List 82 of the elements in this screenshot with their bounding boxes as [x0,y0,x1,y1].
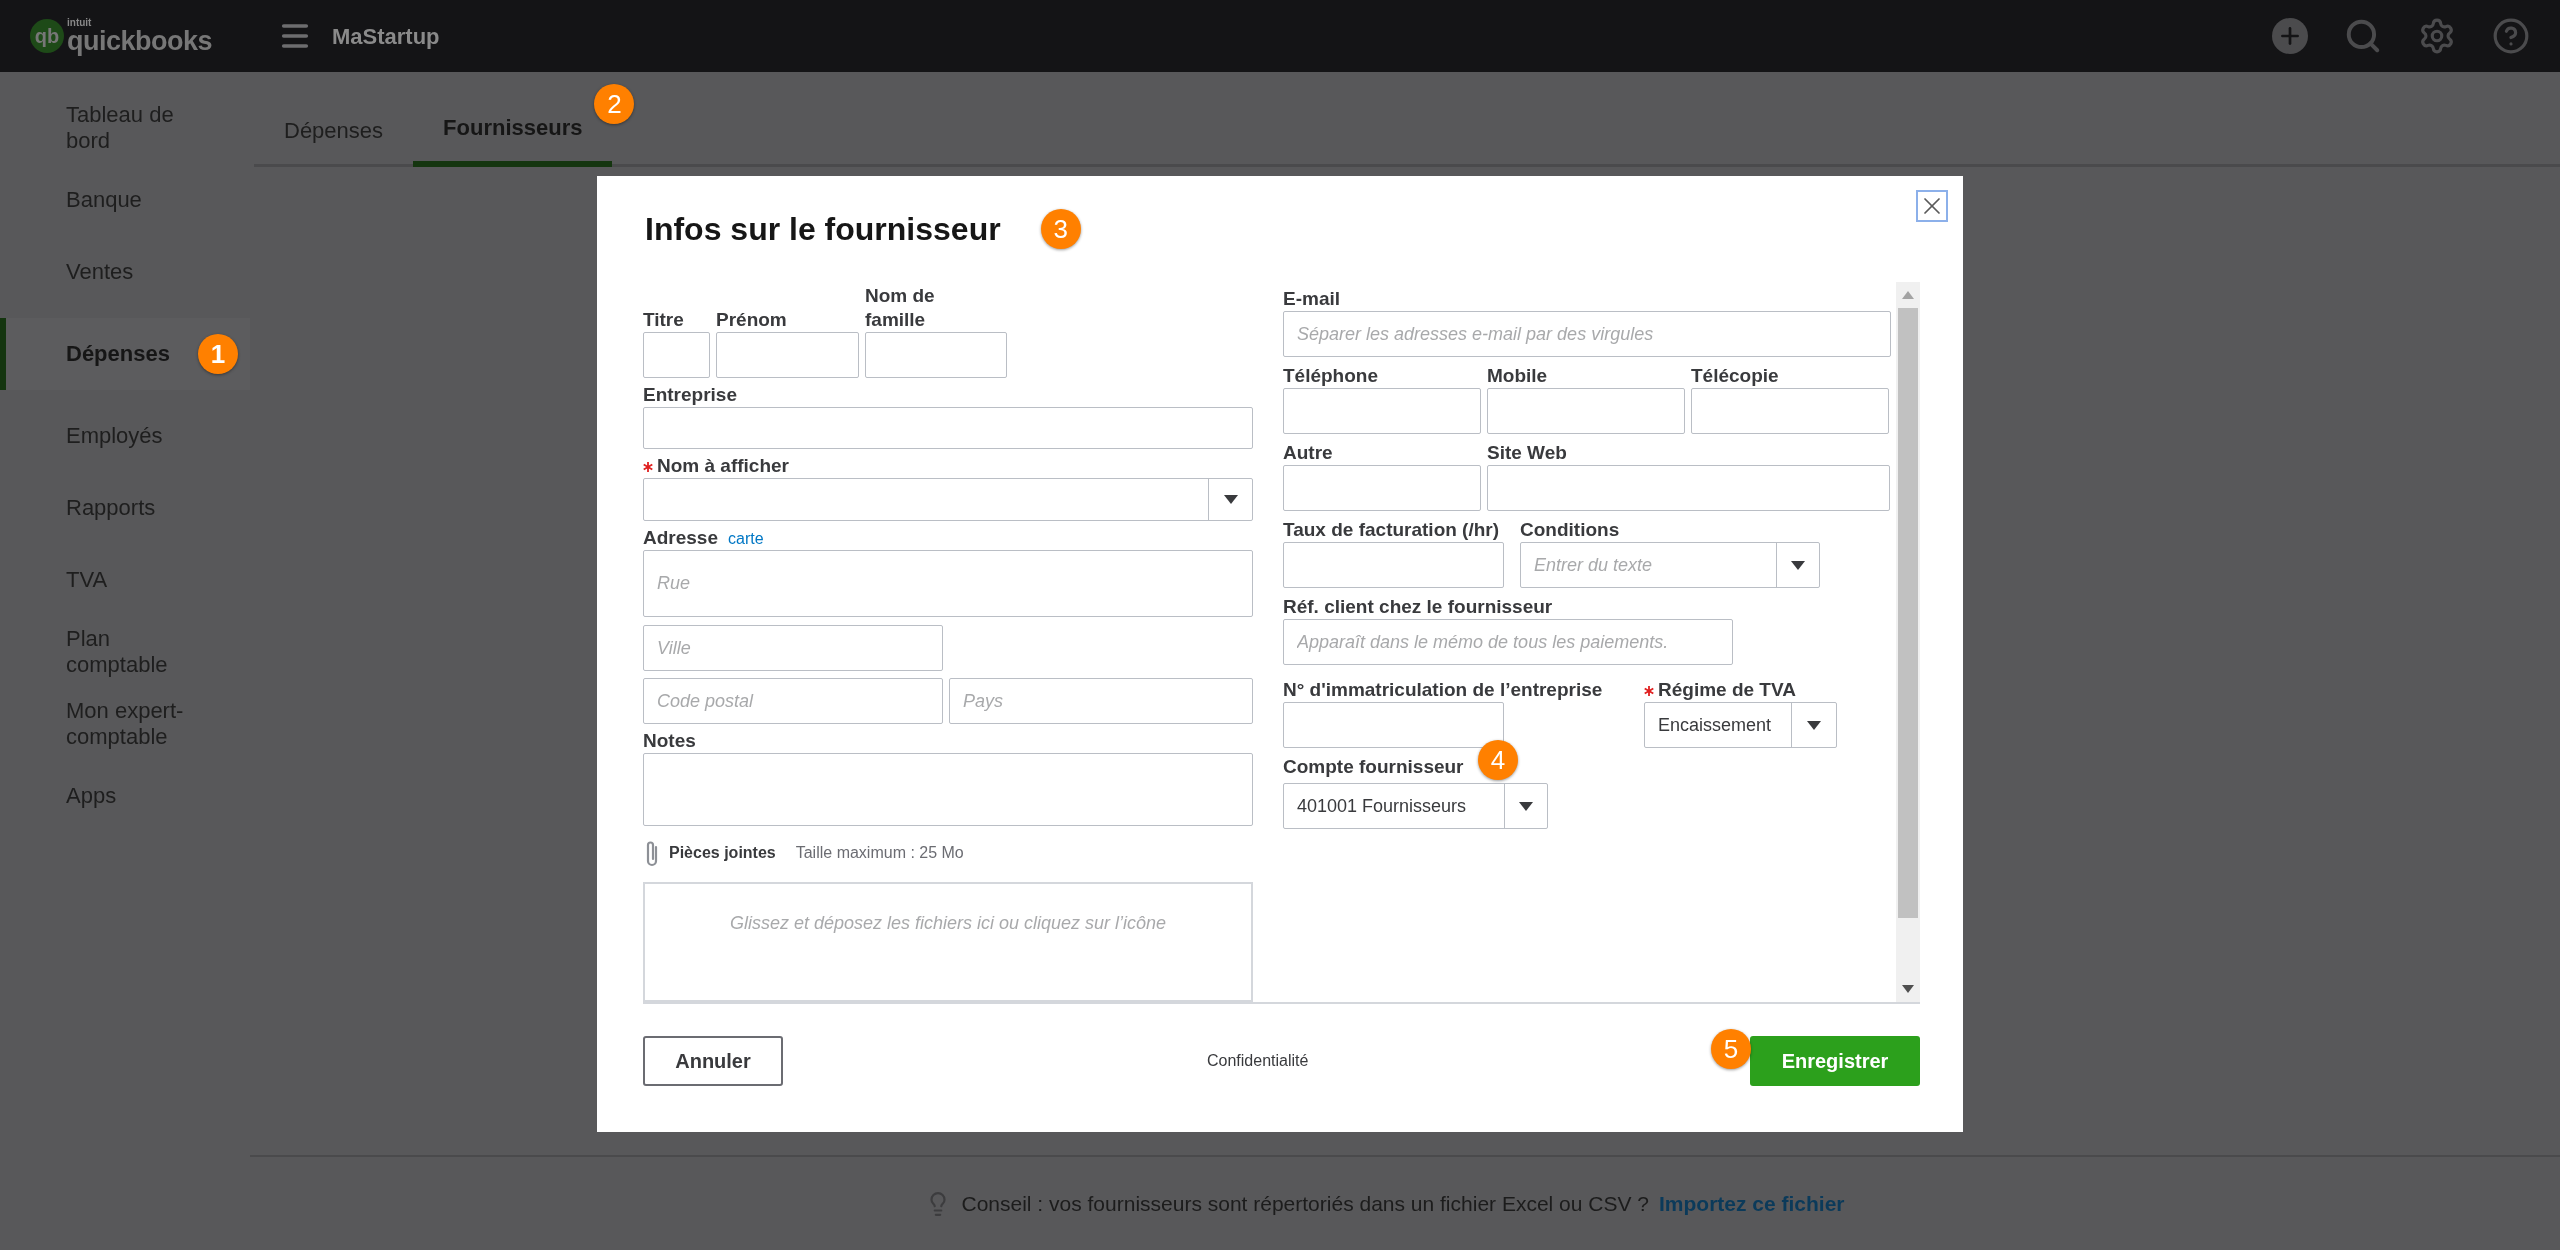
input-field[interactable]: Pays [949,678,1253,725]
input-field[interactable] [643,406,1253,450]
field-label: Entreprise [643,382,737,407]
field-label: Taux de facturation (/hr) [1283,518,1500,542]
field-label: N° d'immatriculation de l’entreprise [1283,678,1603,702]
attachments-label: Pièces jointes [669,842,776,863]
dropdown-field[interactable]: Encaissement [1644,702,1837,748]
privacy-link[interactable]: Confidentialité [1207,1049,1309,1073]
dialog-title: Infos sur le fournisseur [645,210,1001,249]
field-label: E-mail [1283,287,1341,311]
add-icon[interactable] [2272,18,2308,54]
tip-text: Conseil : vos fournisseurs sont répertoriés dans un fichier Excel ou CSV ? [961,1190,1649,1217]
scroll-down-icon[interactable] [1902,985,1914,993]
tab[interactable]: Dépenses [254,94,414,167]
input-field[interactable]: Code postal [643,678,943,725]
field-label: Téléphone [1283,364,1378,388]
input-field[interactable] [1487,388,1685,434]
input-field[interactable]: Ville [643,625,943,672]
callout-badge: 4 [1478,740,1518,780]
field-label: Titre [643,308,684,332]
size-limit-text: Taille maximum : 25 Mo [795,842,964,863]
input-field[interactable] [716,332,859,378]
field-label: Nom de famille [865,284,936,332]
dropdown-field[interactable]: 401001 Fournisseurs [1283,783,1548,829]
scroll-up-icon[interactable] [1902,291,1914,299]
field-label: Autre [1283,441,1333,465]
field-label: Prénom [716,308,787,332]
input-field[interactable] [643,753,1253,826]
sidebar-item[interactable]: Tableau de bord [0,102,250,154]
scrollbar[interactable] [1896,282,1920,1002]
brand-name: quickbooks [67,28,213,54]
field-label: Adresse [643,525,718,550]
input-field[interactable] [1283,388,1481,434]
input-field[interactable] [1283,702,1504,748]
sidebar-item[interactable]: Apps [0,770,250,822]
help-icon[interactable] [2492,17,2530,55]
sidebar-item[interactable]: Ventes [0,246,250,298]
sidebar-item[interactable]: Plan comptable [0,626,250,678]
field-label: Télécopie [1691,364,1779,388]
close-button[interactable] [1916,190,1948,222]
input-field[interactable] [1691,388,1889,434]
callout-badge: 2 [594,84,635,124]
sidebar-item[interactable]: Banque [0,174,250,226]
callout-badge: 3 [1040,209,1081,249]
input-field[interactable] [1283,465,1481,511]
company-name: MaStartup [332,22,440,51]
callout-badge: 1 [198,334,238,374]
dropdown-field[interactable]: Entrer du texte [1520,542,1820,588]
input-field[interactable] [1283,542,1504,588]
settings-icon[interactable] [2418,17,2456,55]
sidebar-item[interactable]: Rapports [0,482,250,534]
sidebar-item[interactable]: TVA [0,554,250,606]
dropdown-field[interactable] [643,478,1253,521]
search-icon[interactable] [2344,17,2382,55]
input-field[interactable] [865,332,1007,378]
cancel-button[interactable]: Annuler [643,1036,783,1086]
sidebar-item[interactable]: Dépenses 1 [0,318,250,390]
field-label: Notes [643,729,696,753]
import-link[interactable]: Importez ce fichier [1658,1187,1845,1220]
field-label: Mobile [1487,364,1548,388]
input-field[interactable] [1487,465,1890,511]
input-field[interactable]: Rue [643,549,1253,618]
caret-icon [1519,801,1533,811]
sidebar-item[interactable]: Employés [0,410,250,462]
field-label: Régime de TVA [1658,678,1796,702]
input-field[interactable] [643,332,710,378]
field-label: Conditions [1520,518,1620,542]
logo-mark: qb [30,19,64,53]
caret-icon [1223,495,1238,505]
callout-badge: 5 [1711,1029,1751,1069]
field-label: Nom à afficher [657,454,789,479]
map-link[interactable]: carte [728,527,764,550]
save-button[interactable]: Enregistrer [1750,1036,1920,1086]
caret-icon [1807,720,1821,730]
input-field[interactable]: Séparer les adresses e-mail par des virgules [1283,311,1891,357]
brand-tagline: intuit [67,18,93,28]
sidebar-item[interactable]: Mon expert-comptable [0,698,250,750]
file-drop-zone[interactable]: Glissez et déposez les fichiers ici ou cliquez sur l’icône [643,881,1253,1002]
caret-icon [1791,560,1805,570]
field-label: Site Web [1487,441,1567,465]
field-label: Réf. client chez le fournisseur [1283,595,1553,619]
field-label: Compte fournisseur [1283,755,1464,779]
